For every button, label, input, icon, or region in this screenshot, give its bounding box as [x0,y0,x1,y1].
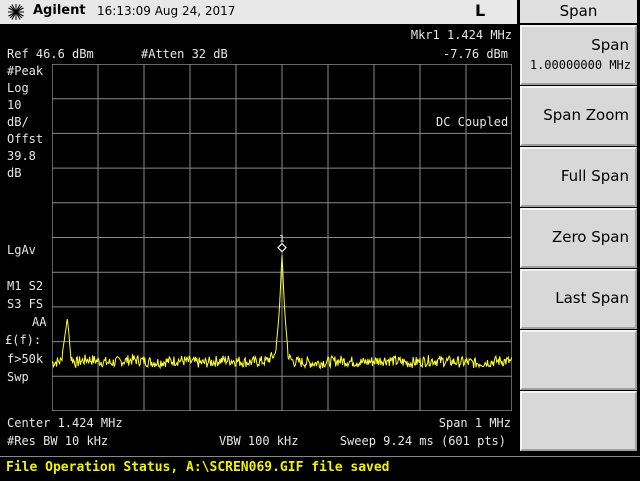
header-bar: Agilent 16:13:09 Aug 24, 2017 L [0,0,517,24]
marker-diamond [277,242,287,253]
center-frequency: Center 1.424 MHz [7,416,123,430]
date-time: 16:13:09 Aug 24, 2017 [97,4,236,18]
spectrum-display: 1 [52,64,512,411]
local-indicator: L [475,1,486,20]
span-setting-value: 1.00000000 MHz [529,58,631,72]
menu-title: Span [520,0,637,23]
file-operation-status: File Operation Status, A:\SCREN069.GIF f… [6,460,390,475]
softkey-label: Full Span [560,167,629,185]
scale-type: Log [7,81,29,95]
scale-value: 10 [7,98,22,112]
softkey-span-zoom[interactable]: Span Zoom [520,86,637,146]
offset-unit: dB [7,166,22,180]
span-value: Span 1 MHz [438,416,511,430]
offset-label: Offst [7,132,44,146]
softkey-last-span[interactable]: Last Span [520,269,637,329]
reference-level: Ref 46.6 dBm [7,47,94,61]
marker-readout-label: Mkr1 1.424 MHz [410,28,512,42]
offset-value: 39.8 [7,149,36,163]
agilent-spark-icon [8,4,24,20]
softkey-label: Last Span [555,289,629,307]
softkey-span[interactable]: Span 1.00000000 MHz [520,25,637,85]
softkey-zero-span[interactable]: Zero Span [520,208,637,268]
softkey-label: Span Zoom [543,106,629,124]
freq-range: f>50k [7,352,44,366]
averaging-mode: LgAv [7,243,36,257]
softkey-label: Span [591,36,629,54]
brand-name: Agilent [33,3,86,18]
video-bandwidth: VBW 100 kHz [219,434,299,448]
detector-mode: #Peak [7,64,44,78]
scale-unit: dB/ [7,115,29,129]
resolution-bandwidth: #Res BW 10 kHz [7,434,109,448]
softkey-blank-7[interactable] [520,391,637,451]
sweep-mode: Swp [7,370,29,384]
softkey-full-span[interactable]: Full Span [520,147,637,207]
trace-indicator-1: M1 S2 [7,279,44,293]
softkey-blank-6[interactable] [520,330,637,390]
softkey-menu: Span Span 1.00000000 MHz Span Zoom Full … [517,0,640,456]
trace-indicator-3: AA [32,315,47,329]
trace-indicator-2: S3 FS [7,297,44,311]
marker-1: 1 [277,235,287,253]
softkey-label: Zero Span [551,228,629,246]
status-bar: File Operation Status, A:\SCREN069.GIF f… [0,456,640,481]
analyzer-screen: Agilent 16:13:09 Aug 24, 2017 L Mkr1 1.4… [0,0,517,456]
attenuation: #Atten 32 dB [141,47,228,61]
marker-number: 1 [279,235,285,245]
marker-readout-value: -7.76 dBm [442,47,508,61]
freq-correction: £(f): [5,333,42,347]
sweep-time: Sweep 9.24 ms (601 pts) [339,434,506,448]
